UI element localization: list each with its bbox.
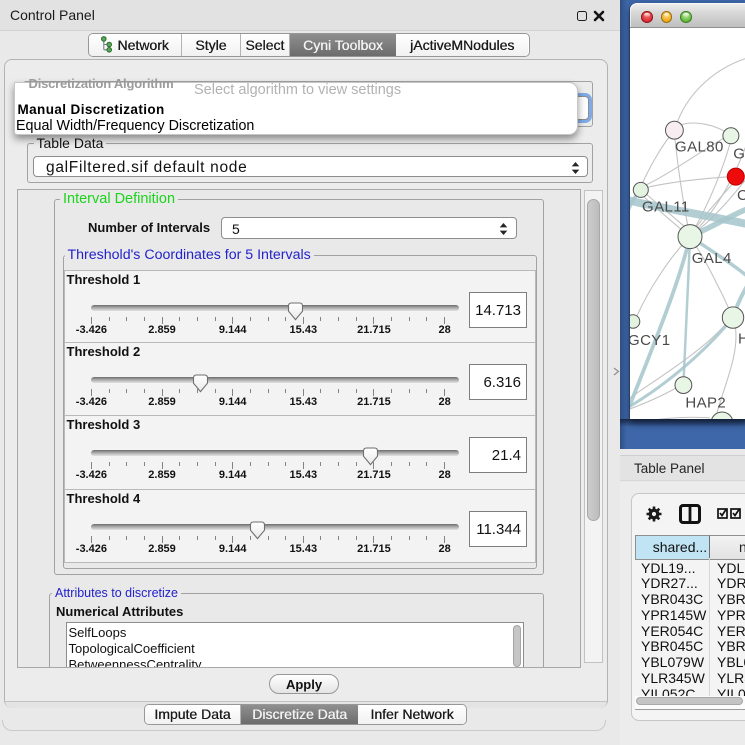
svg-text:GCY1: GCY1 [630,332,670,349]
svg-text:GAL4: GAL4 [692,250,732,267]
svg-text:GAL80: GAL80 [675,139,724,156]
svg-text:GA: GA [733,146,745,163]
svg-text:HAP2: HAP2 [685,394,726,411]
svg-text:C: C [737,187,745,204]
svg-text:H: H [738,331,745,348]
svg-text:GAL11: GAL11 [642,199,690,216]
